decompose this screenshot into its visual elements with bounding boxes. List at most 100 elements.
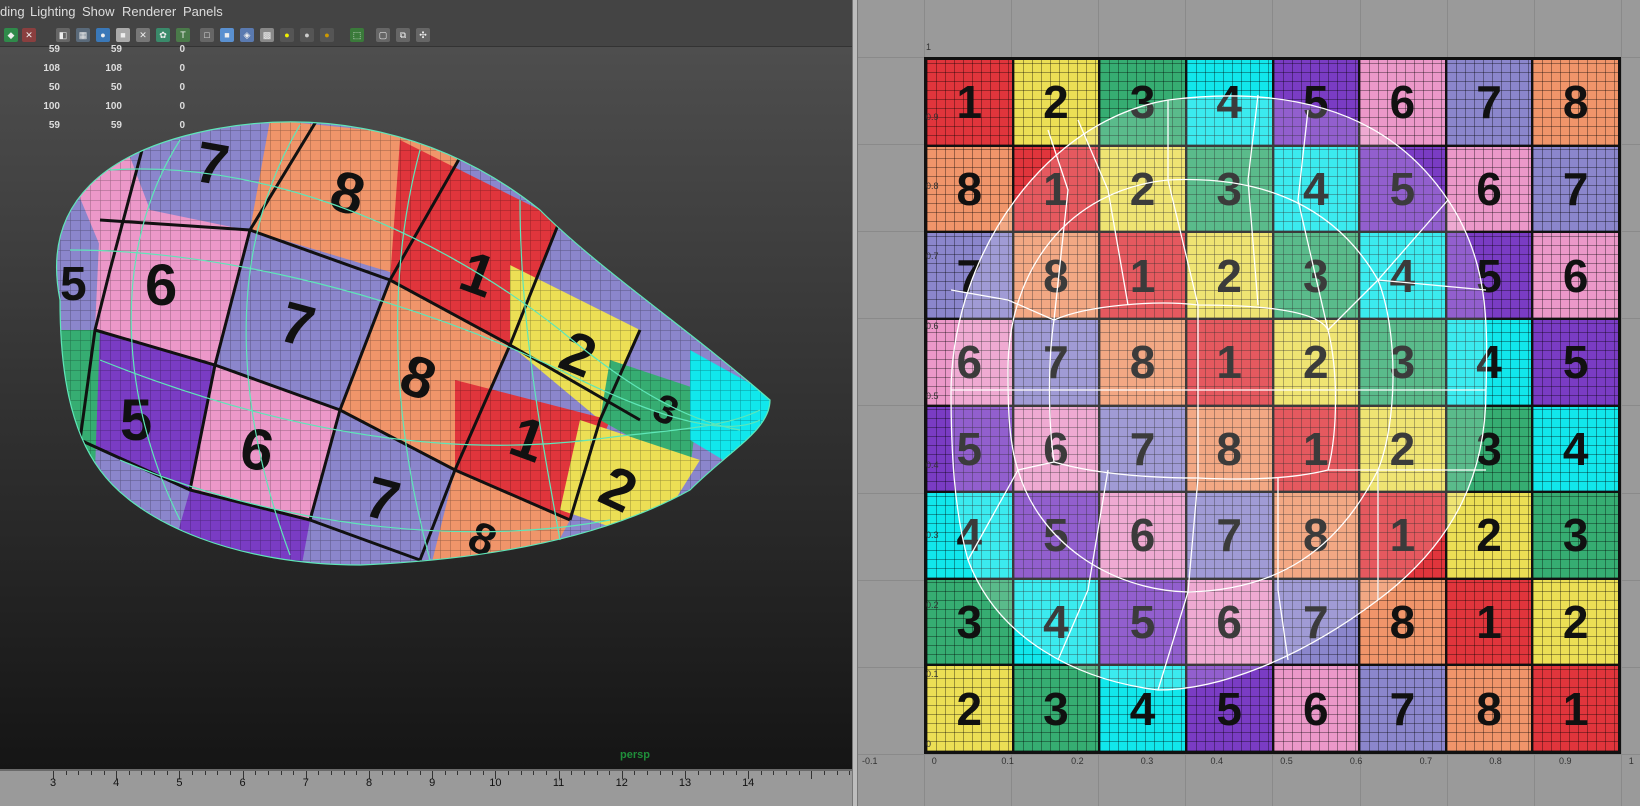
menu-renderer[interactable]: Renderer [122,4,176,19]
timeline-minor-tick [533,771,535,775]
hud-value: 59 [48,120,60,131]
hud-value: 59 [48,44,60,55]
hud-value: 108 [43,63,60,74]
timeline-minor-tick [457,771,459,775]
hud-value: 100 [43,101,60,112]
timeline-minor-tick [192,771,194,775]
timeline-minor-tick [154,771,156,775]
wireframe-icon[interactable]: ◧ [56,28,70,42]
grid-icon[interactable]: ▦ [76,28,90,42]
shaded-cube-icon[interactable]: ■ [220,28,234,42]
resolution-gate-icon[interactable]: ▢ [376,28,390,42]
patch-label: 5 [120,388,152,453]
hud-value: 0 [179,101,185,112]
default-light-icon[interactable]: ● [280,28,294,42]
timeline-minor-tick [722,771,724,775]
timeline-minor-tick [78,771,80,775]
timeline-minor-tick [545,771,547,775]
flat-shade-icon[interactable]: ■ [116,28,130,42]
patch-label: 6 [145,253,177,318]
hud-value: 50 [110,82,122,93]
wire-on-shaded-icon[interactable]: ◈ [240,28,254,42]
menu-show[interactable]: Show [82,4,115,19]
hud-value: 59 [110,44,122,55]
hud-value: 0 [179,120,185,131]
timeline-frame-label: 8 [365,777,373,789]
timeline-minor-tick [444,771,446,775]
3d-viewport[interactable]: 7 8 6 7 1 8 2 5 6 1 3 7 2 8 5 [0,47,852,769]
timeline-minor-tick [836,771,838,775]
timeline-minor-tick [229,771,231,775]
timeline-minor-tick [381,771,383,775]
timeline-minor-tick [710,771,712,775]
nodes-icon[interactable]: ✣ [416,28,430,42]
hud-value: 0 [179,63,185,74]
film-gate-icon[interactable]: ⧉ [396,28,410,42]
texture-icon[interactable]: T [176,28,190,42]
timeline-minor-tick [90,771,92,775]
time-slider[interactable]: 3 4 5 6 7 8 9 10 11 12 13 14 [0,769,852,806]
perspective-panel[interactable]: ding Lighting Show Renderer Panels ◆ ✕ ◧… [0,0,852,806]
timeline-minor-tick [356,771,358,775]
timeline-frame-label: 4 [113,777,120,789]
timeline-minor-tick [166,771,168,775]
timeline-minor-tick [419,771,421,775]
timeline-minor-tick [798,771,800,775]
textured-icon[interactable]: ▩ [260,28,274,42]
timeline-minor-tick [204,771,206,775]
timeline-frame-label: 9 [429,777,436,789]
timeline-minor-tick [773,771,775,775]
wireframe-cube-icon[interactable]: □ [200,28,214,42]
timeline-minor-tick [103,771,105,775]
timeline-minor-tick [824,771,826,775]
timeline-minor-tick [343,771,345,775]
hud-value: 50 [48,82,60,93]
timeline-minor-tick [128,771,130,775]
timeline-frame-label: 6 [239,777,246,789]
timeline-minor-tick [634,771,636,775]
menu-lighting[interactable]: Lighting [30,4,76,19]
timeline-minor-tick [65,771,67,775]
timeline-frame-label: 14 [742,777,755,789]
all-lights-icon[interactable]: ● [300,28,314,42]
hud-value: 100 [105,101,122,112]
timeline-frame-label: 3 [49,777,57,789]
panel-menubar: ding Lighting Show Renderer Panels [0,0,852,24]
hud-value: 108 [105,63,122,74]
timeline-minor-tick [394,771,396,775]
timeline-minor-tick [406,771,408,775]
timeline-frame-label: 7 [302,777,309,789]
timeline-minor-tick [470,771,472,775]
bookmark-icon[interactable]: ✕ [22,28,36,42]
smooth-shade-icon[interactable]: ● [96,28,110,42]
timeline-minor-tick [583,771,585,775]
timeline-minor-tick [786,771,788,775]
timeline-minor-tick [849,771,851,775]
timeline-minor-tick [293,771,295,775]
timeline-minor-tick [520,771,522,775]
timeline-minor-tick [217,771,219,775]
select-camera-icon[interactable]: ⬚ [350,28,364,42]
mesh-render: 7 8 6 7 1 8 2 5 6 1 3 7 2 8 5 [55,121,771,566]
camera-attributes-icon[interactable]: ◆ [4,28,18,42]
hud-value: 0 [179,82,185,93]
timeline-minor-tick [141,771,143,775]
menu-panels[interactable]: Panels [183,4,223,19]
timeline-minor-tick [482,771,484,775]
xray-icon[interactable]: ✕ [136,28,150,42]
camera-label: persp [620,749,650,761]
timeline-minor-tick [255,771,257,775]
menu-shading[interactable]: ding [0,4,25,19]
timeline-minor-tick [280,771,282,775]
uv-shell-wireframe[interactable] [858,0,1640,806]
timeline-minor-tick [318,771,320,775]
timeline-minor-tick [331,771,333,775]
timeline-frame-label: 12 [615,777,628,789]
shadows-icon[interactable]: ● [320,28,334,42]
hud-value: 0 [179,44,185,55]
uv-texture-editor[interactable]: 1234567881234567781234566781234556781234… [858,0,1640,806]
isolate-icon[interactable]: ✿ [156,28,170,42]
timeline-frame-label: 10 [489,777,502,789]
timeline-frame-label: 11 [552,777,565,789]
timeline-minor-tick [571,771,573,775]
